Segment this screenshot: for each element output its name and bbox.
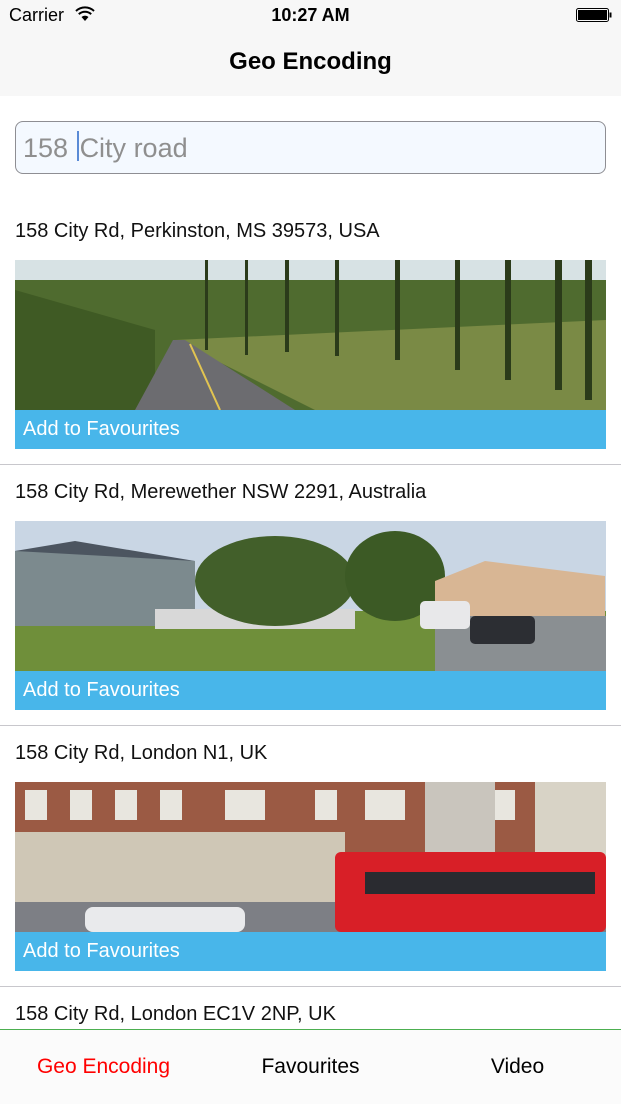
result-address: 158 City Rd, Perkinston, MS 39573, USA (15, 220, 380, 242)
navigation-bar: Carrier 10:27 AM Geo Encoding (0, 0, 621, 96)
result-address: 158 City Rd, Merewether NSW 2291, Austra… (15, 481, 427, 503)
search-text-before-caret: 158 (23, 133, 76, 163)
add-to-favourites-button[interactable]: Add to Favourites (15, 932, 606, 971)
result-address: 158 City Rd, London N1, UK (15, 742, 268, 764)
divider (0, 986, 621, 987)
street-view-image (15, 260, 606, 410)
result-address: 158 City Rd, London EC1V 2NP, UK (15, 1003, 336, 1025)
street-view-image (15, 782, 606, 932)
text-caret (76, 131, 79, 161)
tab-geo-encoding[interactable]: Geo Encoding (0, 1055, 207, 1079)
app-screen: Carrier 10:27 AM Geo Encoding 158 City r… (0, 0, 621, 1104)
page-title: Geo Encoding (229, 48, 392, 75)
tab-video[interactable]: Video (414, 1055, 621, 1079)
search-text-after-caret: City road (79, 133, 188, 163)
status-bar: Carrier 10:27 AM (0, 0, 621, 32)
tab-bar: Geo Encoding Favourites Video (0, 1029, 621, 1104)
add-to-favourites-button[interactable]: Add to Favourites (15, 671, 606, 710)
add-to-favourites-button[interactable]: Add to Favourites (15, 410, 606, 449)
search-input[interactable]: 158 City road (15, 121, 606, 174)
street-view-image (15, 521, 606, 671)
divider (0, 464, 621, 465)
battery-icon (576, 8, 612, 22)
clock: 10:27 AM (271, 5, 350, 25)
tab-favourites[interactable]: Favourites (207, 1055, 414, 1079)
divider (0, 725, 621, 726)
